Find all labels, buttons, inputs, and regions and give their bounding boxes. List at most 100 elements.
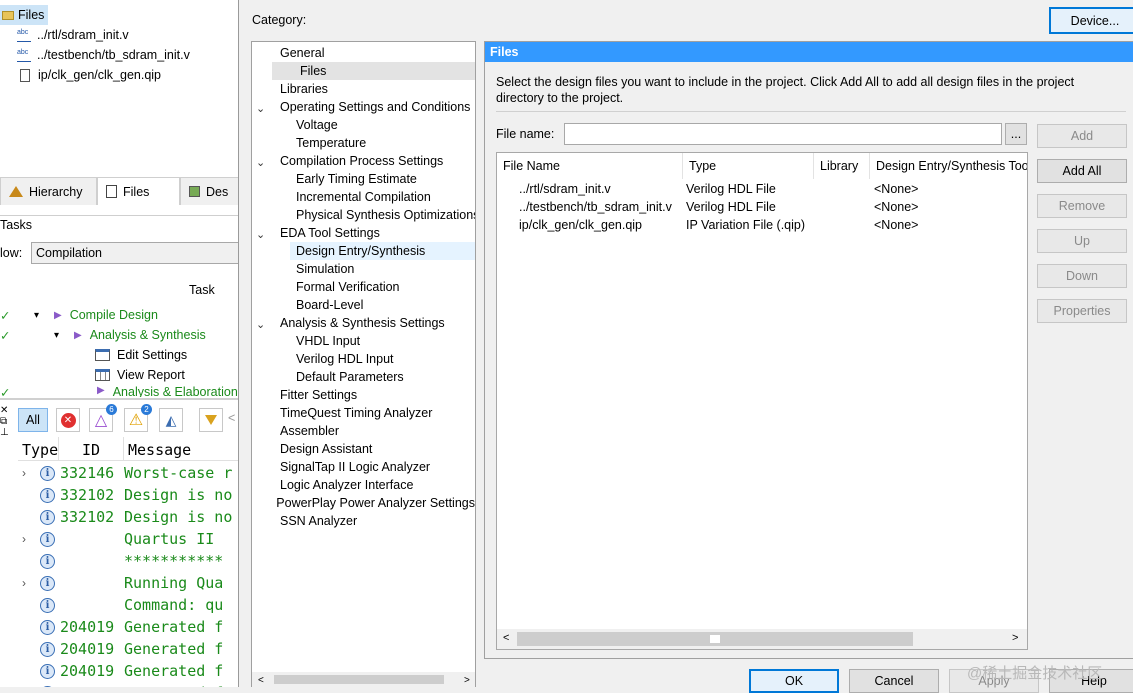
- task-row[interactable]: ✓ ▾ ▶ Analysis & Synthesis: [0, 325, 206, 345]
- task-row[interactable]: Edit Settings: [0, 345, 187, 365]
- project-file-item[interactable]: ip/clk_gen/clk_gen.qip: [20, 65, 161, 85]
- category-item[interactable]: TimeQuest Timing Analyzer: [252, 404, 475, 422]
- message-row[interactable]: i Command: qu: [0, 594, 223, 616]
- category-item[interactable]: ⌄ Analysis & Synthesis Settings: [252, 314, 475, 332]
- add-all-button[interactable]: Add All: [1037, 159, 1127, 183]
- category-item[interactable]: Voltage: [252, 116, 475, 134]
- close-icon[interactable]: ✕: [0, 405, 12, 416]
- files-table[interactable]: File Name Type Library Design Entry/Synt…: [496, 152, 1028, 650]
- filter-scroll-left[interactable]: <: [228, 411, 235, 425]
- chevron-down-icon[interactable]: ▾: [54, 330, 66, 341]
- column-header-design-entry-tool[interactable]: Design Entry/Synthesis Tool: [870, 153, 1027, 179]
- ok-button[interactable]: OK: [749, 669, 839, 693]
- category-item[interactable]: Design Entry/Synthesis: [290, 242, 475, 260]
- category-item[interactable]: ⌄ EDA Tool Settings: [252, 224, 475, 242]
- category-item[interactable]: SSN Analyzer: [252, 512, 475, 530]
- category-item[interactable]: Libraries: [252, 80, 475, 98]
- message-row[interactable]: i204019Generated f: [0, 660, 223, 682]
- chevron-down-icon[interactable]: ▾: [34, 310, 46, 321]
- category-item[interactable]: SignalTap II Logic Analyzer: [252, 458, 475, 476]
- category-item[interactable]: Design Assistant: [252, 440, 475, 458]
- filter-warnings-button[interactable]: ⚠ 2: [124, 404, 152, 432]
- down-button[interactable]: Down: [1037, 264, 1127, 288]
- category-item[interactable]: VHDL Input: [252, 332, 475, 350]
- category-item[interactable]: Physical Synthesis Optimizations: [252, 206, 475, 224]
- category-item[interactable]: Default Parameters: [252, 368, 475, 386]
- tab-files[interactable]: Files: [97, 177, 180, 205]
- messages-dock-controls[interactable]: ✕ ⧉ ⊥: [0, 405, 12, 445]
- category-item[interactable]: Incremental Compilation: [252, 188, 475, 206]
- file-table-row[interactable]: ../testbench/tb_sdram_init.v Verilog HDL …: [497, 198, 1027, 216]
- category-item[interactable]: Fitter Settings: [252, 386, 475, 404]
- project-file-item[interactable]: abc ../testbench/tb_sdram_init.v: [17, 45, 190, 65]
- scroll-left-icon[interactable]: <: [258, 675, 264, 686]
- float-icon[interactable]: ⧉: [0, 416, 12, 427]
- task-row[interactable]: ✓ ▾ ▶ Compile Design: [0, 305, 158, 325]
- chevron-down-icon[interactable]: ⌄: [256, 228, 272, 241]
- column-header-type[interactable]: Type: [683, 153, 814, 179]
- filter-info-button[interactable]: ◭: [159, 408, 183, 432]
- message-row[interactable]: i204019Generated f: [0, 638, 223, 660]
- category-item[interactable]: General: [252, 44, 475, 62]
- category-item[interactable]: Assembler: [252, 422, 475, 440]
- category-item[interactable]: Board-Level: [252, 296, 475, 314]
- message-row[interactable]: › i Quartus II: [0, 528, 214, 550]
- category-tree[interactable]: General Files Libraries ⌄ Operating Settings…: [251, 41, 476, 687]
- scroll-right-icon[interactable]: >: [464, 675, 470, 686]
- cancel-button[interactable]: Cancel: [849, 669, 939, 693]
- up-button[interactable]: Up: [1037, 229, 1127, 253]
- category-item[interactable]: Formal Verification: [252, 278, 475, 296]
- tab-design-units[interactable]: Des: [180, 177, 238, 205]
- category-item[interactable]: PowerPlay Power Analyzer Settings: [252, 494, 475, 512]
- project-file-item[interactable]: abc ../rtl/sdram_init.v: [17, 25, 129, 45]
- chevron-down-icon[interactable]: ⌄: [256, 318, 272, 331]
- category-hscrollbar[interactable]: < >: [252, 672, 475, 687]
- device-button[interactable]: Device...: [1049, 7, 1133, 34]
- message-row[interactable]: i ***********: [0, 550, 223, 572]
- task-row[interactable]: ✓ ▶ Analysis & Elaboration: [0, 385, 238, 397]
- message-row[interactable]: i 332102 Design is no: [0, 506, 232, 528]
- chevron-down-icon[interactable]: ⌄: [256, 156, 272, 169]
- scroll-thumb[interactable]: [274, 675, 444, 684]
- tab-hierarchy[interactable]: Hierarchy: [0, 177, 97, 205]
- message-row[interactable]: i 332102 Design is no: [0, 484, 232, 506]
- properties-button[interactable]: Properties: [1037, 299, 1127, 323]
- message-row[interactable]: i204019Generated f: [0, 682, 223, 687]
- task-row[interactable]: View Report: [0, 365, 185, 385]
- file-table-row[interactable]: ip/clk_gen/clk_gen.qip IP Variation File …: [497, 216, 1027, 234]
- scroll-left-icon[interactable]: <: [503, 632, 509, 644]
- file-name-input[interactable]: [564, 123, 1002, 145]
- filter-all-button[interactable]: All: [18, 408, 48, 432]
- category-item[interactable]: Verilog HDL Input: [252, 350, 475, 368]
- file-table-row[interactable]: ../rtl/sdram_init.v Verilog HDL File <None…: [497, 180, 1027, 198]
- scroll-thumb[interactable]: [517, 632, 913, 646]
- category-item[interactable]: Files: [272, 62, 475, 80]
- category-item[interactable]: Simulation: [252, 260, 475, 278]
- category-item[interactable]: ⌄ Compilation Process Settings: [252, 152, 475, 170]
- expand-arrow-icon[interactable]: ›: [0, 532, 26, 546]
- flow-select[interactable]: Compilation: [31, 242, 238, 264]
- browse-button[interactable]: ...: [1005, 123, 1027, 145]
- filter-errors-button[interactable]: ✕: [56, 408, 80, 432]
- category-item[interactable]: Temperature: [252, 134, 475, 152]
- filter-critical-warnings-button[interactable]: △ 6: [89, 404, 117, 432]
- message-filter-button[interactable]: [199, 408, 223, 432]
- expand-arrow-icon[interactable]: ›: [0, 466, 26, 480]
- chevron-down-icon[interactable]: ⌄: [256, 102, 272, 115]
- files-table-hscrollbar[interactable]: < >: [497, 629, 1027, 649]
- column-header-file-name[interactable]: File Name: [497, 153, 683, 179]
- message-row[interactable]: i204019Generated f: [0, 616, 223, 638]
- category-item[interactable]: Early Timing Estimate: [252, 170, 475, 188]
- pin-icon[interactable]: ⊥: [0, 427, 12, 438]
- files-folder-row[interactable]: Files: [0, 5, 48, 25]
- message-row[interactable]: › i 332146 Worst-case r: [0, 462, 232, 484]
- flow-select-value: Compilation: [36, 246, 103, 260]
- expand-arrow-icon[interactable]: ›: [0, 576, 26, 590]
- category-item[interactable]: Logic Analyzer Interface: [252, 476, 475, 494]
- message-row[interactable]: › i Running Qua: [0, 572, 223, 594]
- remove-button[interactable]: Remove: [1037, 194, 1127, 218]
- category-item[interactable]: ⌄ Operating Settings and Conditions: [252, 98, 475, 116]
- column-header-library[interactable]: Library: [814, 153, 870, 179]
- add-button[interactable]: Add: [1037, 124, 1127, 148]
- scroll-right-icon[interactable]: >: [1012, 632, 1018, 644]
